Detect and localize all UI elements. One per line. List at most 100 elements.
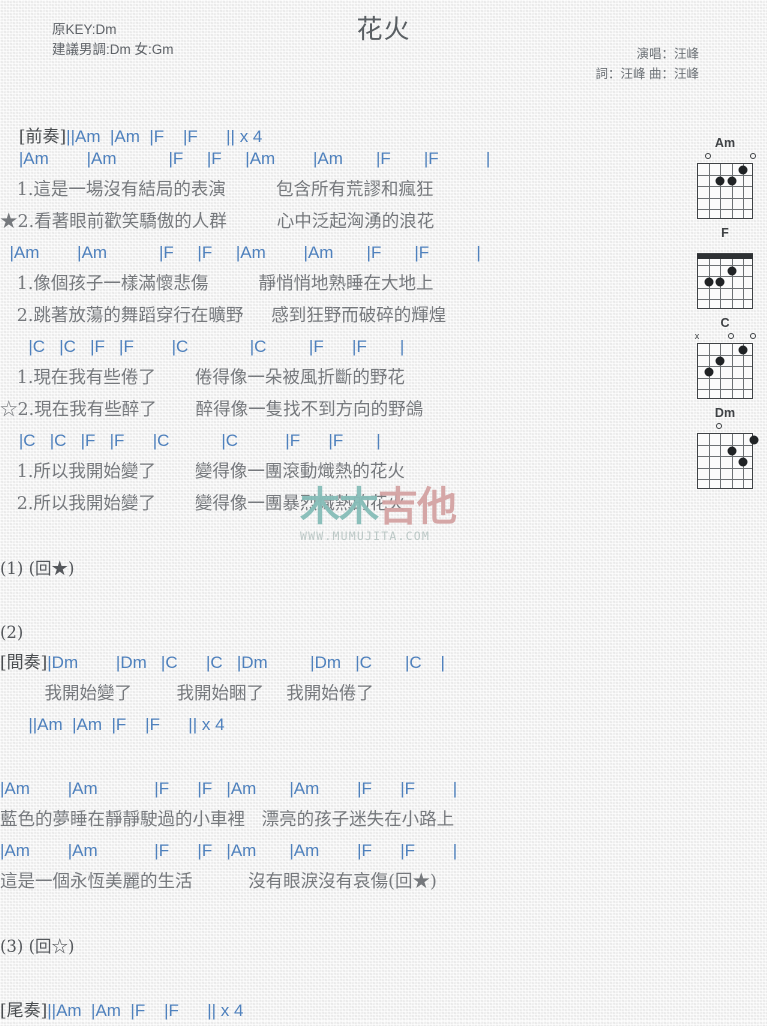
- chord-line: |Am |Am |F |F |Am |Am |F |F |: [0, 149, 491, 168]
- lyric-line: 1.現在我有些倦了 倦得像一朵被風折斷的野花: [0, 368, 405, 388]
- intro-line: [前奏]||Am |Am |F |F || x 4: [0, 92, 680, 147]
- sheet-line-spacer: [0, 122, 680, 144]
- lyric-line: ★2.看著眼前歡笑驕傲的人群 心中泛起洶湧的浪花: [0, 212, 435, 232]
- fret-line: [698, 208, 752, 210]
- finger-dot: [704, 277, 714, 287]
- lyric-line: 我開始變了 我開始睏了 我開始倦了: [0, 684, 374, 704]
- interlude-line: [間奏]|Dm |Dm |C |C |Dm |Dm |C |C |: [0, 648, 680, 678]
- chord-diagram-am: Am: [683, 136, 767, 222]
- sheet-line-spacer: [0, 584, 680, 618]
- lyric-line: ☆2.現在我有些醉了 醉得像一隻找不到方向的野鴿: [0, 400, 424, 420]
- finger-dot: [738, 457, 748, 467]
- fret-line: [698, 355, 752, 357]
- lyric-line: 這是一個永恆美麗的生活 沒有眼淚沒有哀傷(回★): [0, 872, 437, 892]
- sheet-line-spacer: [0, 520, 680, 554]
- lyric-line: 2.跳著放蕩的舞蹈穿行在曠野 感到狂野而破碎的輝煌: [0, 306, 447, 326]
- fret-line: [698, 388, 752, 390]
- fret-line: [698, 265, 752, 267]
- string-line: [731, 344, 733, 398]
- lyric-line: 2.所以我開始變了 變得像一團暴烈熾熱的花火: [0, 494, 405, 514]
- chord-line: |C |C |F |F |C |C |F |F |: [0, 431, 381, 450]
- sheet-lines: |Am |Am |F |F |Am |Am |F |F | 1.這是一場沒有結局…: [0, 122, 680, 1026]
- chord-sheet: [前奏]||Am |Am |F |F || x 4 |Am |Am |F |F …: [0, 92, 680, 1026]
- finger-dot: [727, 266, 737, 276]
- barre-bar: [696, 254, 754, 259]
- fret-line: [698, 377, 752, 379]
- fret-line: [698, 197, 752, 199]
- string-line: [731, 254, 733, 308]
- string-line: [720, 164, 722, 218]
- chord-diagram-name: Dm: [714, 406, 736, 420]
- fretboard-grid: [697, 343, 753, 399]
- muted-string-icon: x: [694, 331, 700, 341]
- open-string-icon: [716, 423, 723, 429]
- credit-writers: 詞：汪峰 曲：汪峰: [595, 67, 699, 81]
- finger-dot: [715, 356, 725, 366]
- chord-line: ||Am |Am |F |F || x 4: [0, 715, 225, 734]
- sheet-header: 原KEY:Dm 建議男調:Dm 女:Gm 花火 演唱：汪峰 詞：汪峰 曲：汪峰: [0, 0, 767, 92]
- outro-line: [尾奏]||Am |Am |F |F || x 4: [0, 996, 680, 1026]
- fret-line: [698, 467, 752, 469]
- fret-line: [698, 186, 752, 188]
- page-title: 花火: [356, 15, 411, 45]
- fret-line: [698, 175, 752, 177]
- fret-line: [698, 478, 752, 480]
- finger-dot: [727, 446, 737, 456]
- interlude-chords: |Dm |Dm |C |C |Dm |Dm |C |C |: [47, 653, 445, 672]
- string-line: [742, 254, 744, 308]
- chord-diagram-panel: Am F Cx Dm: [683, 136, 767, 496]
- string-line: [731, 434, 733, 488]
- chord-diagram-c: Cx: [683, 316, 767, 402]
- finger-dot: [704, 367, 714, 377]
- sheet-line-spacer: [0, 962, 680, 996]
- string-line: [731, 164, 733, 218]
- sheet-line-spacer: [0, 740, 680, 774]
- fret-line: [698, 298, 752, 300]
- fret-line: [698, 445, 752, 447]
- fretboard-grid: [696, 253, 754, 309]
- fret-line: [698, 287, 752, 289]
- chord-line: |Am |Am |F |F |Am |Am |F |F |: [0, 243, 481, 262]
- finger-dot: [738, 165, 748, 175]
- open-string-icon: [750, 333, 756, 339]
- chord-diagram-name: Am: [714, 136, 736, 150]
- open-string-icon: [705, 153, 712, 159]
- string-line: [720, 434, 722, 488]
- section-marker-line: (2): [0, 623, 24, 642]
- string-line: [709, 434, 711, 488]
- chord-line: |C |C |F |F |C |C |F |F |: [0, 337, 405, 356]
- string-line: [709, 164, 711, 218]
- lyric-line: 1.這是一場沒有結局的表演 包含所有荒謬和瘋狂: [0, 180, 434, 200]
- chord-diagram-markers: [697, 241, 753, 253]
- finger-dot: [738, 345, 748, 355]
- interlude-label: [間奏]: [0, 653, 48, 673]
- finger-dot: [749, 435, 759, 445]
- chord-diagram-markers: x: [694, 331, 756, 343]
- chord-diagram-name: F: [721, 226, 729, 240]
- open-string-icon: [750, 153, 756, 159]
- section-marker-line: (3) (回☆): [0, 937, 75, 956]
- lyric-line: 藍色的夢睡在靜靜駛過的小車裡 漂亮的孩子迷失在小路上: [0, 810, 455, 830]
- chord-diagram-markers: [697, 151, 756, 163]
- section-marker-line: (1) (回★): [0, 559, 75, 578]
- finger-dot: [727, 176, 737, 186]
- finger-dot: [715, 176, 725, 186]
- fretboard-grid: [697, 163, 753, 219]
- outro-label: [尾奏]: [0, 1001, 48, 1021]
- credits: 演唱：汪峰 詞：汪峰 曲：汪峰: [596, 44, 699, 84]
- outro-chords: ||Am |Am |F |F || x 4: [47, 1001, 244, 1020]
- chord-diagram-f: F: [683, 226, 767, 312]
- chord-diagram-dm: Dm: [683, 406, 767, 492]
- chord-diagram-markers: [697, 421, 753, 433]
- lyric-line: 1.所以我開始變了 變得像一團滾動熾熱的花火: [0, 462, 405, 482]
- lyric-line: 1.像個孩子一樣滿懷悲傷 靜悄悄地熟睡在大地上: [0, 274, 434, 294]
- sheet-line-spacer: [0, 898, 680, 932]
- chord-line: |Am |Am |F |F |Am |Am |F |F |: [0, 841, 458, 860]
- chord-line: |Am |Am |F |F |Am |Am |F |F |: [0, 779, 458, 798]
- string-line: [720, 344, 722, 398]
- credit-singer: 演唱：汪峰: [636, 47, 699, 61]
- open-string-icon: [727, 333, 734, 339]
- fretboard-grid: [697, 433, 759, 489]
- finger-dot: [715, 277, 725, 287]
- chord-diagram-name: C: [720, 316, 730, 330]
